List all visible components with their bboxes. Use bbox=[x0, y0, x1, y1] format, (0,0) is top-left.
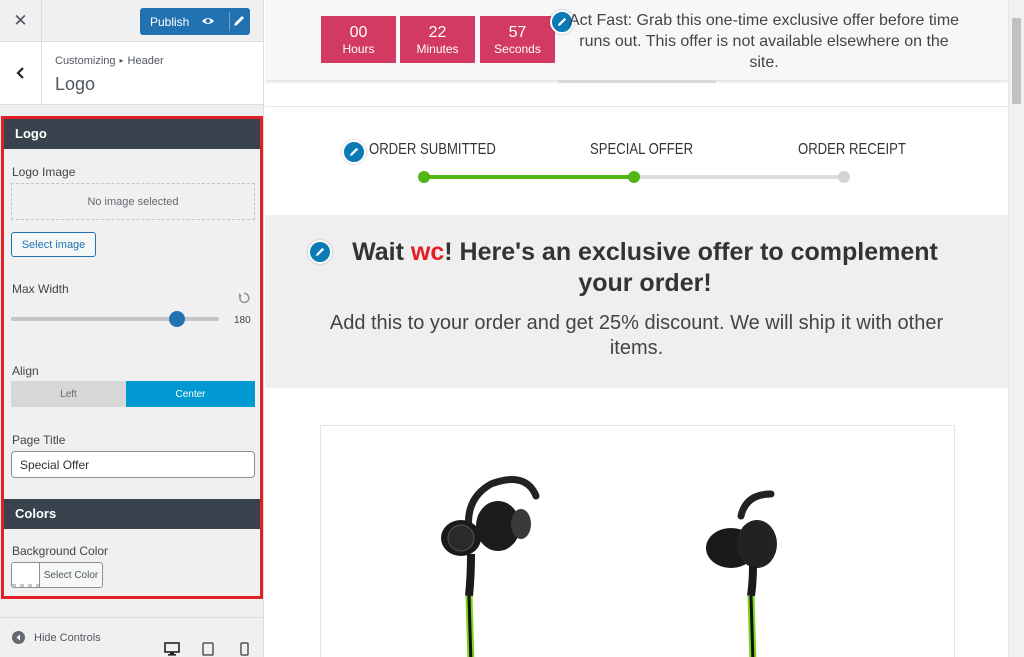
page-title-label: Page Title bbox=[12, 433, 66, 447]
breadcrumb-separator-icon: ▸ bbox=[119, 56, 124, 65]
offer-urgency-text: Act Fast: Grab this one-time exclusive o… bbox=[568, 12, 960, 71]
mobile-icon[interactable] bbox=[240, 642, 249, 656]
timer-hours: 00 Hours bbox=[321, 16, 396, 63]
publish-divider bbox=[229, 12, 230, 31]
background-color-picker[interactable]: Select Color bbox=[11, 562, 103, 588]
publish-label: Publish bbox=[150, 14, 190, 29]
customizer-sidebar: ✕ Publish Customizing ▸ Header Logo Logo L… bbox=[0, 0, 264, 657]
publish-button[interactable]: Publish bbox=[140, 8, 250, 35]
progress-dot-2 bbox=[628, 171, 640, 183]
breadcrumb-parent: Header bbox=[127, 55, 164, 67]
desktop-icon[interactable] bbox=[164, 642, 180, 656]
timer-seconds-unit: Seconds bbox=[494, 42, 541, 56]
timer-underline bbox=[558, 80, 716, 83]
close-button[interactable]: ✕ bbox=[0, 0, 42, 42]
max-width-slider[interactable] bbox=[11, 311, 219, 327]
section-header: Customizing ▸ Header Logo bbox=[0, 42, 263, 105]
colors-group-heading: Colors bbox=[4, 499, 260, 529]
hide-controls-button[interactable]: Hide Controls bbox=[12, 631, 101, 644]
slider-thumb[interactable] bbox=[169, 311, 186, 327]
preview-scrollbar[interactable] bbox=[1008, 0, 1024, 657]
select-color-label: Select Color bbox=[43, 569, 99, 581]
progress-fill bbox=[424, 175, 634, 179]
chevron-left-icon bbox=[15, 67, 24, 79]
headline-pre: Wait bbox=[352, 238, 411, 266]
logo-settings-panel: Logo Logo Image No image selected Select… bbox=[1, 116, 263, 599]
reset-icon[interactable] bbox=[237, 291, 251, 305]
max-width-value: 180 bbox=[234, 315, 251, 326]
timer-seconds: 57 Seconds bbox=[480, 16, 555, 63]
headline-post: ! Here's an exclusive offer to complemen… bbox=[444, 238, 938, 297]
logo-image-placeholder[interactable]: No image selected bbox=[11, 183, 255, 220]
timer-hours-unit: Hours bbox=[342, 42, 375, 56]
logo-group-heading: Logo bbox=[4, 119, 260, 149]
progress-dot-3 bbox=[838, 171, 850, 183]
customer-name: wc bbox=[410, 238, 445, 266]
offer-band: Wait wc! Here's an exclusive offer to co… bbox=[265, 215, 1008, 388]
edit-shortcut-icon[interactable] bbox=[342, 140, 366, 164]
step-order-submitted: ORDER SUBMITTED bbox=[369, 141, 496, 158]
breadcrumb: Customizing ▸ Header bbox=[55, 55, 164, 67]
align-toggle: Left Center bbox=[11, 381, 255, 407]
timer-seconds-value: 57 bbox=[508, 24, 527, 41]
max-width-label: Max Width bbox=[12, 282, 69, 296]
align-left-button[interactable]: Left bbox=[11, 381, 126, 407]
no-image-text: No image selected bbox=[87, 195, 179, 208]
color-swatch bbox=[12, 563, 40, 587]
divider bbox=[265, 106, 1008, 107]
timer-minutes-unit: Minutes bbox=[416, 42, 459, 56]
eye-icon bbox=[202, 18, 214, 24]
tablet-icon[interactable] bbox=[202, 642, 214, 656]
align-center-button[interactable]: Center bbox=[126, 381, 255, 407]
offer-headline: Wait wc! Here's an exclusive offer to co… bbox=[325, 237, 965, 299]
pencil-icon[interactable] bbox=[232, 14, 246, 28]
site-preview: 00 Hours 22 Minutes 57 Seconds Act Fast:… bbox=[265, 0, 1008, 657]
back-button[interactable] bbox=[0, 42, 42, 104]
logo-image-label: Logo Image bbox=[12, 165, 76, 179]
timer-minutes: 22 Minutes bbox=[400, 16, 475, 63]
customizer-topbar: ✕ Publish bbox=[0, 0, 263, 42]
earphones-image bbox=[441, 476, 777, 657]
collapse-arrow-icon bbox=[12, 631, 25, 644]
timer-hours-value: 00 bbox=[349, 24, 368, 41]
progress-dot-1 bbox=[418, 171, 430, 183]
scrollbar-thumb[interactable] bbox=[1012, 18, 1021, 104]
countdown-bar: 00 Hours 22 Minutes 57 Seconds Act Fast:… bbox=[265, 0, 1008, 80]
offer-subheadline: Add this to your order and get 25% disco… bbox=[329, 312, 944, 359]
select-image-button[interactable]: Select image bbox=[11, 232, 96, 257]
timer-minutes-value: 22 bbox=[428, 24, 447, 41]
align-label: Align bbox=[12, 364, 39, 378]
background-color-label: Background Color bbox=[12, 544, 109, 558]
slider-fill bbox=[11, 317, 178, 321]
close-icon: ✕ bbox=[13, 11, 28, 31]
customizer-footer: Hide Controls bbox=[0, 617, 263, 657]
breadcrumb-root: Customizing bbox=[55, 55, 116, 67]
hide-controls-label: Hide Controls bbox=[34, 631, 101, 644]
section-title: Logo bbox=[55, 74, 96, 94]
product-image-box bbox=[320, 425, 955, 657]
page-title-input[interactable] bbox=[11, 451, 255, 478]
step-order-receipt: ORDER RECEIPT bbox=[798, 141, 906, 158]
step-special-offer: SPECIAL OFFER bbox=[590, 141, 694, 158]
